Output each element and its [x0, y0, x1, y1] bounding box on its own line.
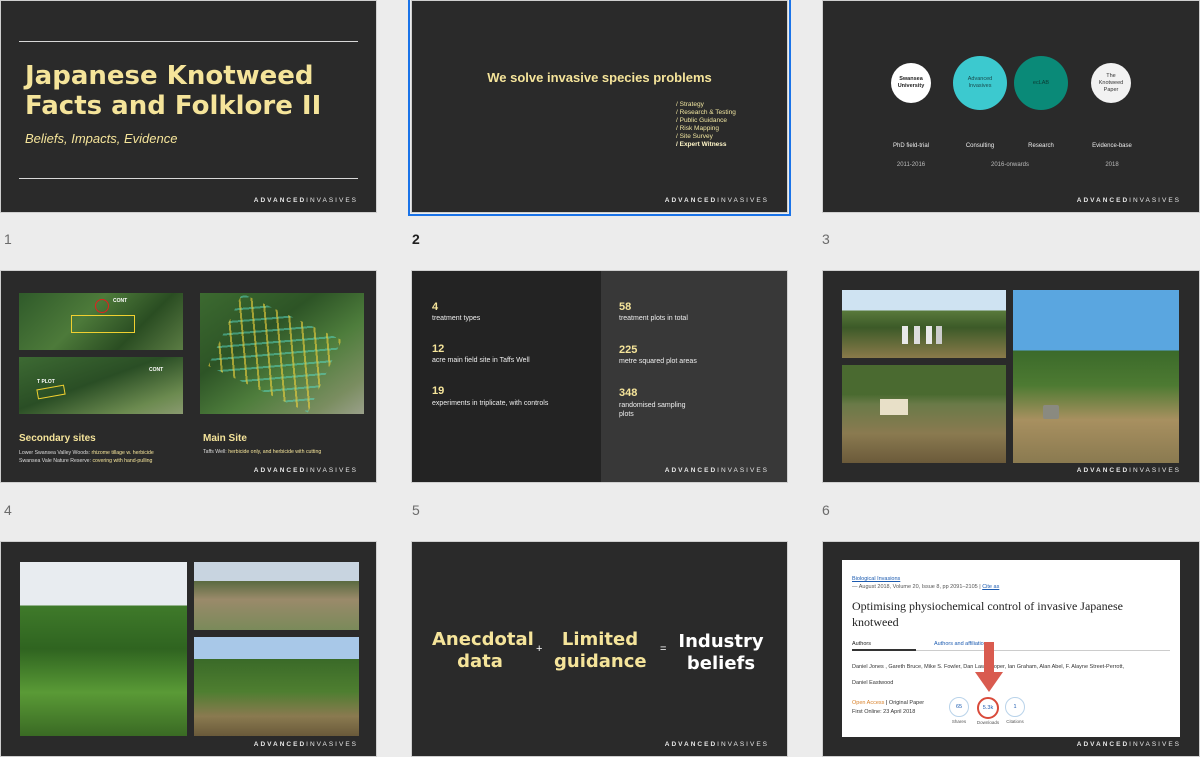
brand-logo: ADVANCEDINVASIVES — [1076, 741, 1181, 748]
slide-subtitle: Beliefs, Impacts, Evidence — [25, 131, 178, 146]
arrow-down-icon — [975, 642, 1003, 692]
knotweed-photo-dry — [194, 562, 359, 630]
stat: 58 treatment plots in total — [619, 301, 688, 322]
divider-bottom — [19, 178, 358, 179]
field-photo-wide — [1013, 290, 1179, 463]
slide-number: 2 — [412, 231, 420, 247]
authors-list: Daniel Jones , Gareth Bruce, Mike S. Fow… — [852, 664, 1125, 686]
service-item: / Risk Mapping — [676, 125, 719, 132]
circle-swansea: Swansea University — [891, 63, 931, 103]
slide-thumbnail-1[interactable]: Japanese Knotweed Facts and Folklore II … — [0, 0, 377, 213]
journal-link: Biological Invasions — [852, 576, 901, 582]
main-site-title: Main Site — [203, 433, 247, 444]
slide-thumbnail-2[interactable]: We solve invasive species problems / Str… — [408, 0, 791, 216]
equation-term-1: Anecdotal data — [432, 629, 534, 672]
timeline-year: 2018 — [1105, 162, 1119, 168]
secondary-sites-desc: Lower Swansea Valley Woods: rhizome till… — [19, 450, 154, 464]
slide-number: 4 — [4, 502, 12, 518]
slide-number: 5 — [412, 502, 420, 518]
brand-logo: ADVANCEDINVASIVES — [253, 197, 358, 204]
brand-logo: ADVANCEDINVASIVES — [253, 467, 358, 474]
slide-title: Japanese Knotweed Facts and Folklore II — [25, 61, 321, 121]
journal-meta: — August 2018, Volume 20, Issue 8, pp 20… — [852, 584, 1000, 590]
equals-sign: = — [660, 643, 667, 655]
stat: 4 treatment types — [432, 301, 481, 322]
slide-thumbnail-9[interactable]: Biological Invasions — August 2018, Volu… — [822, 541, 1200, 757]
slide-thumbnail-7[interactable]: ADVANCEDINVASIVES — [0, 541, 377, 757]
aerial-map-secondary-1: CONT — [19, 293, 183, 350]
plus-sign: + — [536, 643, 543, 655]
field-photo-house — [842, 365, 1006, 463]
circle-knotweed-paper: The Knotweed Paper — [1091, 63, 1131, 103]
timeline-year: 2011-2016 — [896, 162, 926, 168]
circle-advanced-invasives: Advanced Invasives — [953, 56, 1007, 110]
slide-thumbnail-5[interactable]: 4 treatment types 12 acre main field sit… — [411, 270, 788, 483]
title-line-1: Japanese Knotweed — [25, 61, 314, 91]
service-item: / Research & Testing — [676, 109, 736, 116]
metric-shares: 65 Shares — [949, 697, 969, 724]
brand-logo: ADVANCEDINVASIVES — [664, 741, 769, 748]
aerial-map-secondary-2: T PLOT CONT — [19, 357, 183, 414]
services-list: / Strategy / Research & Testing / Public… — [676, 101, 736, 149]
timeline-year: 2016-onwards — [990, 162, 1030, 168]
slide-number: 3 — [822, 231, 830, 247]
stat: 12 acre main field site in Taffs Well — [432, 343, 530, 364]
brand-logo: ADVANCEDINVASIVES — [664, 467, 769, 474]
paper-screenshot: Biological Invasions — August 2018, Volu… — [842, 560, 1180, 737]
first-online: First Online: 23 April 2018 — [852, 709, 916, 715]
metric-citations: 1 Citations — [1003, 697, 1027, 724]
slide-title: We solve invasive species problems — [487, 70, 712, 85]
stat: 348 randomised sampling plots — [619, 387, 686, 418]
brand-logo: ADVANCEDINVASIVES — [253, 741, 358, 748]
service-item: / Public Guidance — [676, 117, 727, 124]
map-label: T PLOT — [37, 379, 55, 385]
brand-logo: ADVANCEDINVASIVES — [1076, 467, 1181, 474]
field-photo-people — [842, 290, 1006, 358]
equation-result: Industry beliefs — [678, 631, 764, 674]
timeline-label: PhD field-trial — [892, 143, 929, 149]
map-label: CONT — [149, 367, 164, 373]
brand-logo: ADVANCEDINVASIVES — [664, 197, 769, 204]
slide-thumbnail-4[interactable]: CONT T PLOT CONT Secondary sites Lower S… — [0, 270, 377, 483]
slide-number: 1 — [4, 231, 12, 247]
tab-underline — [852, 649, 916, 651]
knotweed-photo-hill — [20, 562, 187, 736]
slide-number: 6 — [822, 502, 830, 518]
slide-thumbnail-8[interactable]: Anecdotal data + Limited guidance = Indu… — [411, 541, 788, 757]
open-access-badge: Open Access | Original Paper — [852, 700, 925, 706]
paper-title: Optimising physiochemical control of inv… — [852, 599, 1123, 629]
metric-downloads: 5.3k Downloads — [974, 697, 1002, 725]
knotweed-photo-field — [194, 637, 359, 736]
secondary-sites-title: Secondary sites — [19, 433, 96, 444]
slide-thumbnail-6[interactable]: ADVANCEDINVASIVES — [822, 270, 1200, 483]
map-label: CONT — [113, 298, 128, 304]
circle-eclab: ecLAB — [1014, 56, 1068, 110]
timeline-label: Consulting — [965, 143, 995, 149]
equation-term-2: Limited guidance — [554, 629, 647, 672]
aerial-map-main — [200, 293, 364, 414]
service-item: / Site Survey — [676, 133, 713, 140]
stat: 225 metre squared plot areas — [619, 344, 697, 365]
divider-top — [19, 41, 358, 42]
tab-authors: Authors — [852, 641, 871, 647]
timeline-label: Evidence-base — [1092, 143, 1132, 149]
slide-thumbnail-3[interactable]: Swansea University Advanced Invasives ec… — [822, 0, 1200, 213]
stat: 19 experiments in triplicate, with contr… — [432, 385, 549, 407]
brand-logo: ADVANCEDINVASIVES — [1076, 197, 1181, 204]
service-item-highlight: / Expert Witness — [676, 141, 727, 148]
service-item: / Strategy — [676, 101, 704, 108]
timeline-label: Research — [1028, 143, 1054, 149]
main-site-desc: Taffs Well: herbicide only, and herbicid… — [203, 449, 322, 455]
title-line-2: Facts and Folklore II — [25, 91, 322, 121]
